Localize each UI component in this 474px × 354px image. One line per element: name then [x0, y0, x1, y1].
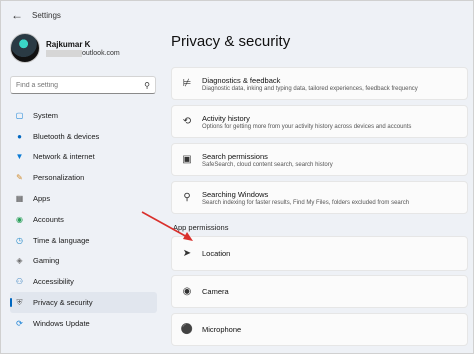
location-icon: ➤	[182, 248, 192, 259]
history-icon: ⟲	[182, 116, 192, 127]
sidebar-item-label: Windows Update	[33, 318, 90, 328]
search-icon[interactable]: ⚲	[144, 81, 150, 90]
sidebar-item-accounts[interactable]: ◉ Accounts	[10, 209, 157, 230]
sidebar-item-system[interactable]: ▢ System	[10, 105, 157, 126]
card-subtitle: SafeSearch, cloud content search, search…	[202, 161, 333, 168]
globe-clock-icon: ◷	[16, 235, 23, 245]
monitor-icon: ▢	[15, 110, 24, 120]
user-profile[interactable]: Rajkumar K outlook.com	[10, 33, 120, 63]
update-icon: ⟳	[16, 318, 23, 328]
card-title: Search permissions	[202, 151, 268, 161]
sidebar-item-label: Gaming	[33, 256, 60, 266]
main-content: Privacy & security ⊭ Diagnostics & feedb…	[164, 29, 473, 353]
camera-icon: ◉	[182, 286, 192, 297]
search-permissions-icon: ▣	[182, 154, 192, 165]
sidebar-item-label: System	[33, 110, 59, 120]
accessibility-icon: ⚇	[15, 277, 24, 287]
sidebar-item-label: Accounts	[33, 214, 64, 224]
sidebar-item-label: Network & internet	[33, 152, 95, 162]
wifi-icon: ▼	[15, 152, 24, 162]
search-input[interactable]	[16, 81, 145, 89]
person-icon: ◉	[16, 214, 23, 224]
bluetooth-icon: ●	[17, 131, 22, 141]
settings-window: ← Settings Rajkumar K outlook.com ⚲ ▢ Sy…	[0, 0, 474, 354]
page-title: Privacy & security	[171, 33, 291, 50]
sidebar-item-label: Bluetooth & devices	[33, 131, 100, 141]
app-title: Settings	[32, 10, 61, 20]
card-search-permissions[interactable]: ▣ Search permissions SafeSearch, cloud c…	[171, 143, 468, 176]
card-title: Location	[202, 249, 231, 258]
sidebar-item-windows-update[interactable]: ⟳ Windows Update	[10, 313, 157, 334]
card-title: Microphone	[202, 325, 242, 334]
sidebar-item-bluetooth[interactable]: ● Bluetooth & devices	[10, 126, 157, 147]
permission-location[interactable]: ➤ Location	[171, 236, 468, 271]
sidebar-nav: ▢ System ● Bluetooth & devices ▼ Network…	[10, 105, 157, 334]
sidebar-item-label: Apps	[33, 194, 51, 204]
back-button[interactable]: ←	[5, 3, 29, 27]
card-title: Searching Windows	[202, 189, 269, 199]
sidebar-item-network[interactable]: ▼ Network & internet	[10, 147, 157, 168]
card-subtitle: Search indexing for faster results, Find…	[202, 199, 410, 206]
card-subtitle: Options for getting more from your activ…	[202, 123, 412, 130]
permission-microphone[interactable]: ⚫ Microphone	[171, 313, 468, 346]
section-label-app-permissions: App permissions	[173, 223, 229, 232]
sidebar-item-label: Time & language	[33, 235, 90, 245]
card-title: Diagnostics & feedback	[202, 75, 281, 85]
search-windows-icon: ⚲	[183, 192, 191, 203]
sidebar: Rajkumar K outlook.com ⚲ ▢ System ● Blue…	[1, 29, 164, 353]
sidebar-item-privacy-security[interactable]: ⛨ Privacy & security	[10, 292, 157, 313]
diagnostics-icon: ⊭	[182, 78, 192, 89]
card-diagnostics-feedback[interactable]: ⊭ Diagnostics & feedback Diagnostic data…	[171, 67, 468, 100]
sidebar-item-accessibility[interactable]: ⚇ Accessibility	[10, 271, 157, 292]
sidebar-item-label: Privacy & security	[33, 298, 93, 308]
card-searching-windows[interactable]: ⚲ Searching Windows Search indexing for …	[171, 181, 468, 214]
search-box[interactable]: ⚲	[10, 76, 156, 94]
card-title: Camera	[202, 287, 229, 296]
sidebar-item-label: Accessibility	[33, 277, 74, 287]
sidebar-item-label: Personalization	[33, 173, 85, 183]
user-email: outlook.com	[82, 49, 120, 57]
card-subtitle: Diagnostic data, inking and typing data,…	[202, 85, 418, 92]
brush-icon: ✎	[16, 173, 23, 183]
sidebar-item-personalization[interactable]: ✎ Personalization	[10, 167, 157, 188]
back-arrow-icon: ←	[11, 8, 23, 22]
avatar	[10, 33, 40, 63]
sidebar-item-apps[interactable]: ▦ Apps	[10, 188, 157, 209]
user-name: Rajkumar K	[46, 39, 91, 49]
sidebar-item-gaming[interactable]: ◈ Gaming	[10, 251, 157, 272]
shield-icon: ⛨	[16, 297, 23, 307]
title-bar: ← Settings	[1, 1, 473, 29]
permission-camera[interactable]: ◉ Camera	[171, 275, 468, 308]
microphone-icon: ⚫	[180, 324, 194, 335]
gamepad-icon: ◈	[16, 256, 23, 266]
card-title: Activity history	[202, 113, 250, 123]
redacted-email	[46, 49, 82, 57]
card-activity-history[interactable]: ⟲ Activity history Options for getting m…	[171, 105, 468, 138]
sidebar-item-time-language[interactable]: ◷ Time & language	[10, 230, 157, 251]
apps-icon: ▦	[15, 194, 24, 204]
